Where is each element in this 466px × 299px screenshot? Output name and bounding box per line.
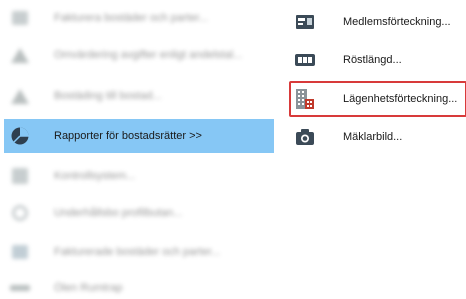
menu-item-label: Fakturera bostäder och parter...: [54, 12, 209, 24]
menu-item-label: Underhållsbo profilbutan...: [54, 207, 183, 219]
grid-icon: [4, 11, 36, 25]
menu-item-invoiced[interactable]: Fakturerade bostäder och parter...: [4, 236, 274, 268]
menu-item-invoice[interactable]: Fakturera bostäder och parter...: [4, 2, 274, 34]
submenu-item-broker-image[interactable]: Mäklarbild...: [285, 121, 466, 153]
voting-list-icon: [285, 53, 325, 67]
menu-item-housing[interactable]: Bostäding till bostad...: [4, 80, 274, 112]
menu-item-label: Rapporter för bostadsrätter >>: [54, 130, 202, 142]
left-menu: Fakturera bostäder och parter... Omvärde…: [0, 0, 274, 299]
submenu-item-voting-list[interactable]: Röstlängd...: [285, 44, 466, 76]
submenu-item-member-register[interactable]: Medlemsförteckning...: [285, 6, 466, 38]
triangle-icon: [4, 88, 36, 104]
document-icon: [4, 168, 36, 184]
gear-icon: [4, 205, 36, 221]
menu-item-misc[interactable]: Ölen Rumtrap: [4, 272, 274, 299]
context-menu: Fakturera bostäder och parter... Omvärde…: [0, 0, 466, 299]
submenu-item-label: Röstlängd...: [343, 54, 402, 66]
bar-icon: [4, 285, 36, 291]
pie-chart-icon: [4, 126, 36, 146]
menu-item-label: Fakturerade bostäder och parter...: [54, 246, 221, 258]
menu-item-label: Ölen Rumtrap: [54, 282, 123, 294]
menu-item-control[interactable]: Kontrollsystem...: [4, 160, 274, 192]
reports-submenu: Medlemsförteckning... Röstlängd... Lägen…: [285, 0, 466, 299]
camera-icon: [285, 128, 325, 146]
folder-icon: [4, 245, 36, 259]
member-register-icon: [285, 14, 325, 30]
highlight-annotation: [289, 81, 466, 117]
menu-item-revaluation[interactable]: Omvärdering avgifter enligt andelstal...: [4, 39, 274, 71]
submenu-item-label: Mäklarbild...: [343, 131, 403, 143]
menu-item-label: Bostäding till bostad...: [54, 90, 162, 102]
menu-item-maintenance[interactable]: Underhållsbo profilbutan...: [4, 197, 274, 229]
submenu-item-label: Medlemsförteckning...: [343, 16, 451, 28]
menu-item-reports[interactable]: Rapporter för bostadsrätter >>: [4, 119, 274, 153]
menu-item-label: Kontrollsystem...: [54, 170, 136, 182]
menu-item-label: Omvärdering avgifter enligt andelstal...: [54, 49, 243, 61]
triangle-icon: [4, 47, 36, 63]
